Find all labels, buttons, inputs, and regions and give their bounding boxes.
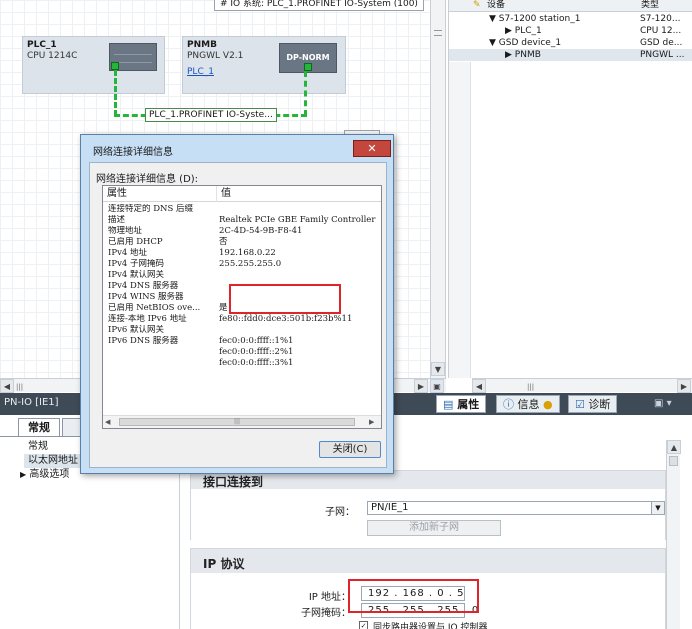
ip-address-label: IP 地址： [308, 592, 351, 603]
interface-section-title: 接口连接到 [203, 475, 264, 489]
scroll-left-icon[interactable]: ◀ [472, 379, 486, 393]
list-item[interactable]: fec0:0:0:ffff::3%1 [103, 358, 381, 369]
details-list[interactable]: 属性 值 连接特定的 DNS 后缀 描述 Realtek PCIe GBE Fam… [102, 185, 382, 429]
list-item[interactable]: 已启用 DHCP 否 [103, 237, 381, 248]
info-tab-icon: ⓘ [503, 398, 514, 411]
tree-row-label: S7-1200 station_1 [498, 14, 581, 24]
chevron-down-icon[interactable]: ▼ [651, 502, 664, 514]
pnmb-controller-link[interactable]: PLC_1 [187, 67, 214, 77]
subnet-select[interactable]: PN/IE_1 ▼ [367, 501, 665, 515]
panel-menu-icon[interactable]: ▣ ▾ [654, 398, 672, 409]
tab-properties[interactable]: ▤ 属性 [436, 395, 487, 413]
tree-row[interactable]: ▶ PNMB PNGWL ... [449, 49, 692, 61]
diagnostics-tab-icon: ☑ [575, 398, 585, 411]
tree-row-label: GSD device_1 [498, 38, 562, 48]
nav-item-general[interactable]: 常规 [28, 440, 48, 454]
tab-second[interactable] [62, 418, 82, 436]
ip-highlight-box [348, 579, 479, 613]
type-column-header[interactable]: 类型 [641, 0, 659, 11]
tree-row-type: GSD de... [640, 38, 683, 48]
tab-diagnostics[interactable]: ☑ 诊断 [568, 395, 618, 413]
tree-row-label: PLC_1 [514, 26, 542, 36]
scroll-left-icon[interactable]: ◀ [105, 418, 110, 426]
subnet-select-value: PN/IE_1 [371, 502, 409, 513]
property-column-header[interactable]: 属性 [103, 186, 217, 202]
list-item[interactable]: IPv4 默认网关 [103, 270, 381, 281]
tab-general[interactable]: 常规 [18, 418, 60, 436]
list-item[interactable]: IPv4 子网掩码 255.255.255.0 [103, 259, 381, 270]
subnet-field-label: 子网： [325, 507, 355, 518]
tree-row-type: PNGWL ... [640, 50, 685, 60]
ipv4-highlight-box [229, 284, 341, 314]
list-item[interactable]: IPv6 DNS 服务器 fec0:0:0:ffff::1%1 [103, 336, 381, 347]
device-tree-header: ✎ 设备 类型 [449, 0, 692, 12]
router-sync-label: 同步路由器设置与 IO 控制器 [373, 623, 488, 629]
pnmb-port-icon[interactable] [304, 63, 312, 71]
scroll-right-icon[interactable]: ▶ [677, 379, 691, 393]
add-new-subnet-button[interactable]: 添加新子网 [367, 520, 501, 536]
device-tree-panel[interactable]: ✎ 设备 类型 ▼ S7-1200 station_1 S7-120... ▶ … [448, 0, 692, 378]
device-plc[interactable]: PLC_1 CPU 1214C [22, 36, 165, 94]
details-list-header: 属性 值 [103, 186, 381, 202]
properties-tab-icon: ▤ [443, 398, 454, 411]
tree-row[interactable]: ▶ PLC_1 CPU 12... [449, 25, 692, 37]
details-caption: 网络连接详细信息 (D): [96, 174, 199, 185]
tree-row-label: PNMB [514, 50, 541, 60]
list-item[interactable]: IPv6 默认网关 [103, 325, 381, 336]
tab-info[interactable]: ⓘ 信息 ● [496, 395, 560, 413]
nav-item-advanced[interactable]: ▶ 高级选项 [20, 468, 69, 482]
plc-name: PLC_1 [27, 40, 57, 50]
tree-row[interactable]: ▼ GSD device_1 GSD de... [449, 37, 692, 49]
value-column-header[interactable]: 值 [217, 186, 381, 202]
interface-section: 接口连接到 子网： PN/IE_1 ▼ 添加新子网 [190, 470, 666, 540]
ip-protocol-section-title: IP 协议 [203, 557, 245, 571]
scroll-down-icon[interactable]: ▼ [431, 362, 445, 376]
close-button[interactable]: 关闭(C) [319, 441, 381, 458]
device-pnmb[interactable]: PNMB PNGWL V2.1 PLC_1 DP-NORM [182, 36, 346, 94]
device-tree-icon: ✎ [473, 0, 481, 10]
network-view-vertical-scrollbar[interactable]: ▼ [430, 0, 445, 378]
pnmb-name: PNMB [187, 40, 217, 50]
device-tree-horizontal-scrollbar[interactable]: ◀ ||| ▶ [472, 378, 692, 393]
pnmb-connector-line [304, 71, 307, 116]
tree-row-type: S7-120... [640, 14, 681, 24]
expand-arrow-icon: ▶ [20, 470, 27, 479]
scroll-thumb[interactable]: ||| [119, 418, 355, 426]
scroll-right-icon[interactable]: ▶ [369, 418, 374, 426]
pnmb-module-label: DP-NORM [286, 53, 330, 62]
subnet-mask-label: 子网掩码： [301, 608, 351, 619]
close-icon[interactable]: ✕ [353, 140, 391, 157]
tree-row-type: CPU 12... [640, 26, 682, 36]
plc-connector-line [114, 70, 117, 116]
subnet-label[interactable]: PLC_1.PROFINET IO-Syste... [145, 108, 277, 122]
network-connection-details-dialog: 网络连接详细信息 ✕ 网络连接详细信息 (D): 属性 值 连接特定的 DNS … [80, 134, 394, 474]
nav-item-ethernet-address[interactable]: 以太网地址 [24, 454, 82, 468]
io-system-title: # IO 系统: PLC_1.PROFINET IO-System (100) [214, 0, 424, 11]
network-overview-icon[interactable]: ▣ [430, 379, 444, 393]
plc-type: CPU 1214C [27, 51, 78, 61]
device-column-header[interactable]: 设备 [487, 0, 505, 11]
plc-port-icon[interactable] [111, 62, 119, 70]
scroll-left-icon[interactable]: ◀ [0, 379, 14, 393]
info-badge-icon: ● [543, 398, 553, 411]
list-item[interactable]: 描述 Realtek PCIe GBE Family Controller [103, 215, 381, 226]
list-item[interactable]: 连接特定的 DNS 后缀 [103, 204, 381, 215]
list-item[interactable]: 物理地址 2C-4D-54-9B-F8-41 [103, 226, 381, 237]
ip-protocol-section: IP 协议 IP 地址： 192 . 168 . 0 . 5 子网掩码： 255… [190, 548, 666, 629]
scroll-grip-icon [434, 30, 442, 36]
details-list-horizontal-scrollbar[interactable]: ◀ ||| ▶ [103, 415, 381, 428]
properties-title: PN-IO [IE1] [4, 397, 59, 408]
list-item[interactable]: IPv4 地址 192.168.0.22 [103, 248, 381, 259]
tree-gutter [449, 62, 471, 378]
list-item[interactable]: fec0:0:0:ffff::2%1 [103, 347, 381, 358]
router-sync-checkbox[interactable]: ✓ [359, 621, 368, 629]
list-item[interactable]: 连接-本地 IPv6 地址 fe80::fdd0:dce3:501b:f23b%1… [103, 314, 381, 325]
pnmb-type: PNGWL V2.1 [187, 51, 244, 61]
scroll-up-icon[interactable]: ▲ [667, 440, 681, 454]
properties-vertical-scrollbar[interactable]: ▲ [666, 440, 681, 629]
dialog-body: 网络连接详细信息 (D): 属性 值 连接特定的 DNS 后缀 描述 Realte… [89, 162, 387, 468]
dialog-title: 网络连接详细信息 [93, 147, 173, 158]
scroll-right-icon[interactable]: ▶ [414, 379, 428, 393]
tree-row[interactable]: ▼ S7-1200 station_1 S7-120... [449, 13, 692, 25]
